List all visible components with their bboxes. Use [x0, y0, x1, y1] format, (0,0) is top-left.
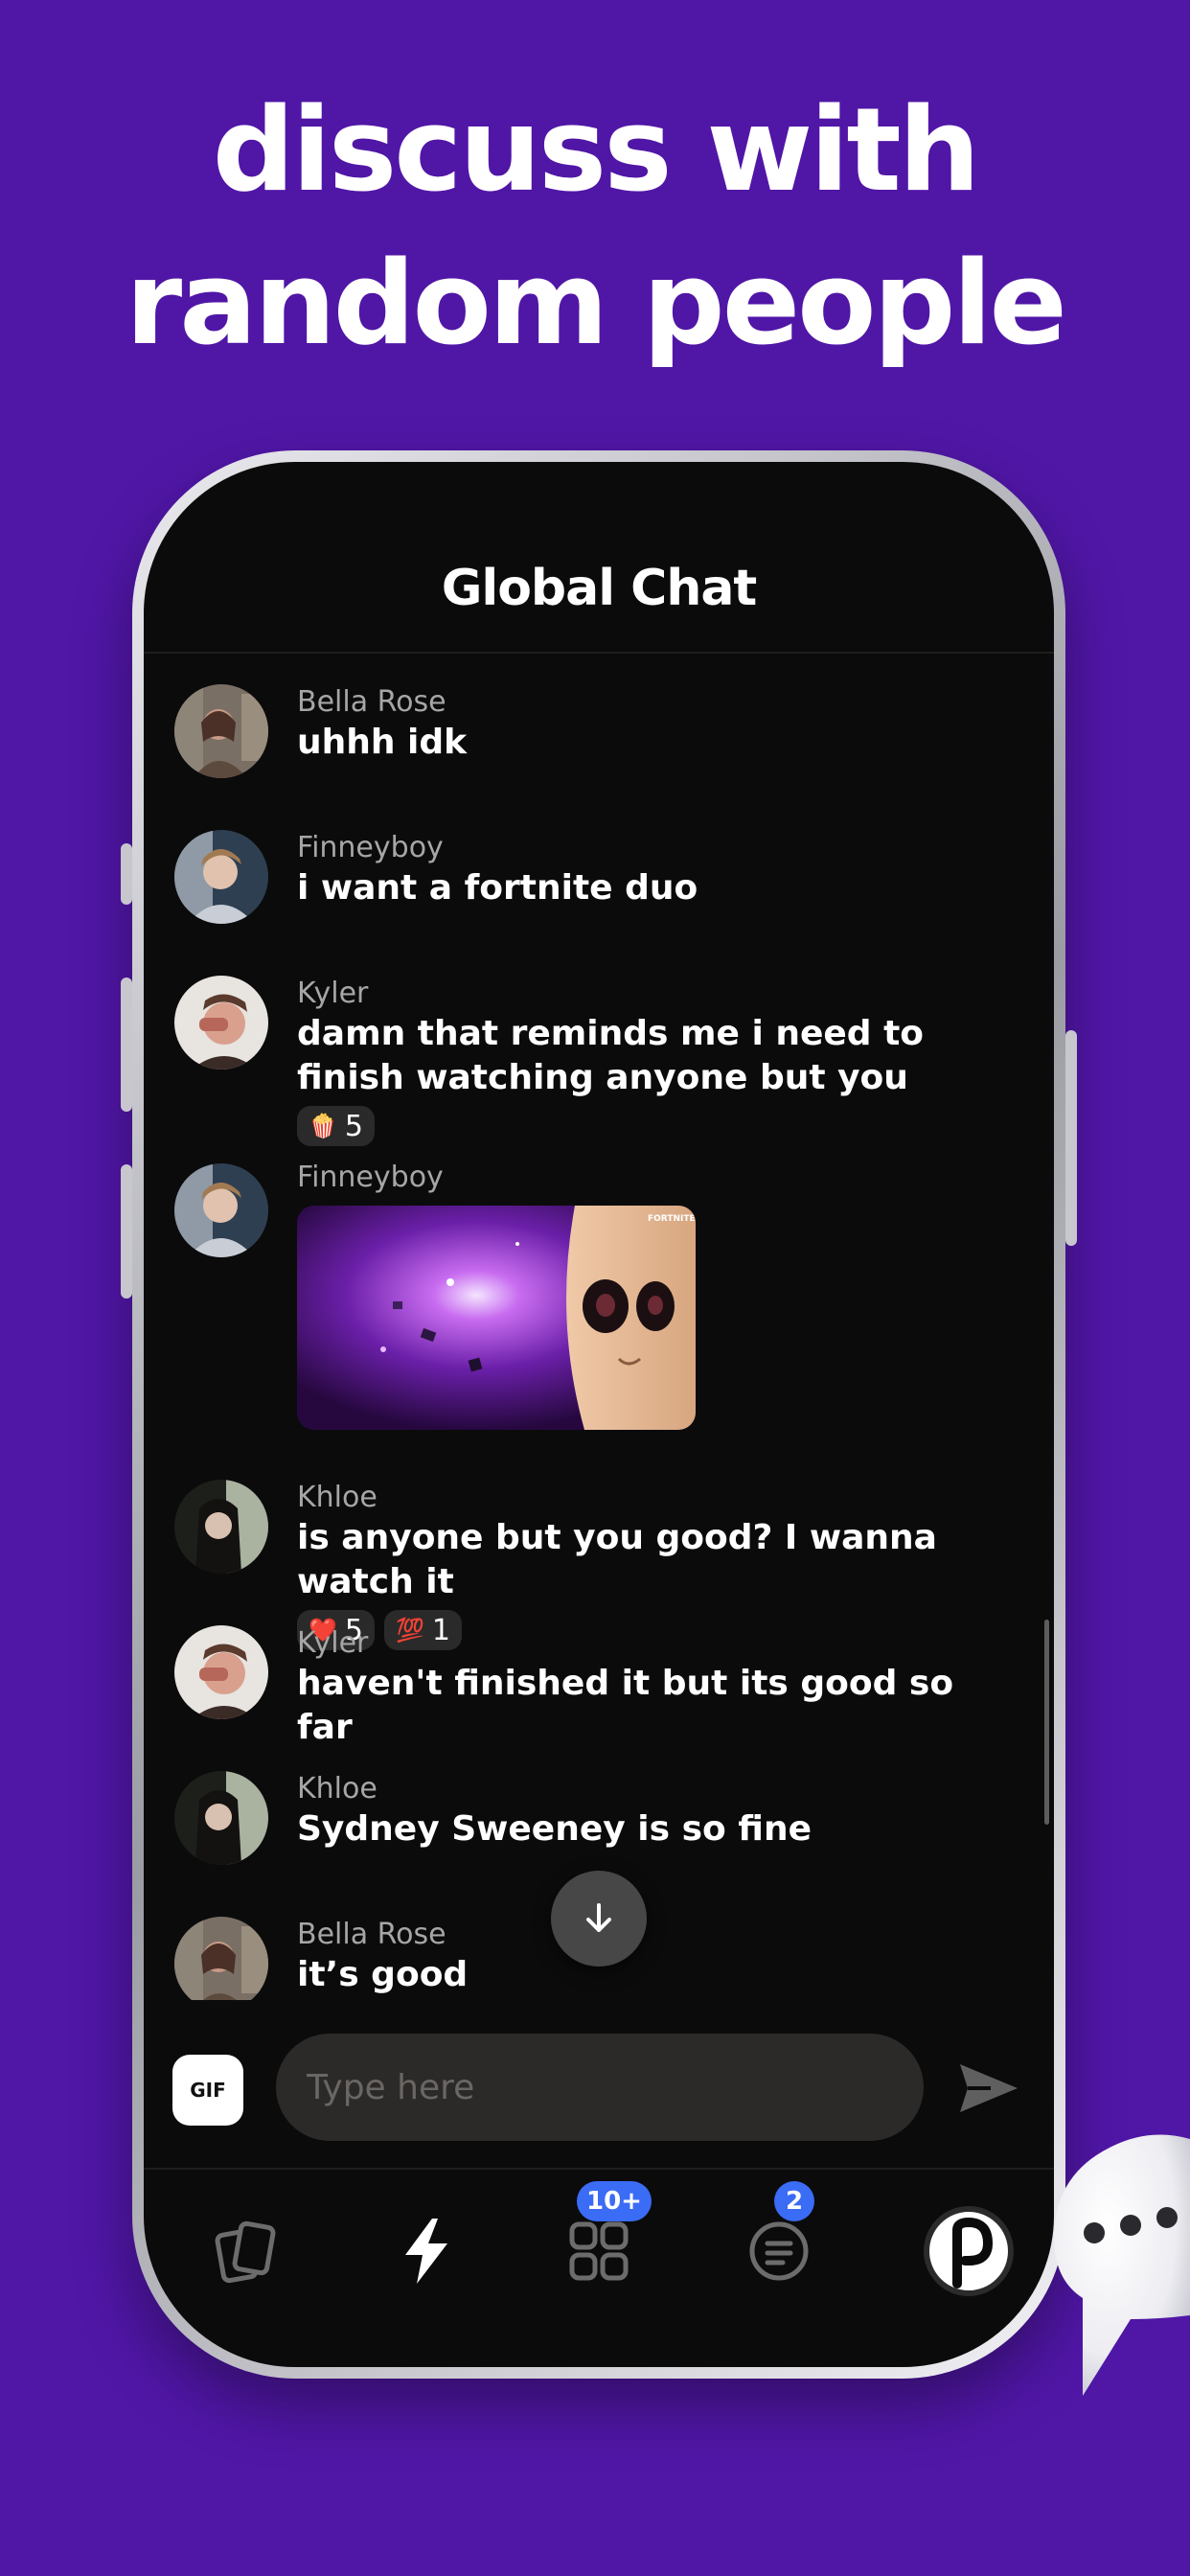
avatar[interactable]: [174, 976, 268, 1070]
message-author[interactable]: Bella Rose: [297, 684, 1016, 721]
headline-line-2: random people: [126, 238, 1067, 371]
scroll-to-bottom-button[interactable]: [551, 1871, 647, 1966]
message-text: is anyone but you good? I wanna watch it: [297, 1518, 937, 1601]
reactions: 🍿 5: [297, 1106, 1016, 1146]
message-text: damn that reminds me i need to finish wa…: [297, 1014, 925, 1097]
tab-cards[interactable]: [194, 2198, 299, 2304]
avatar[interactable]: [174, 1480, 268, 1574]
phone-power-button: [1065, 1030, 1077, 1246]
message-author[interactable]: Bella Rose: [297, 1917, 1016, 1953]
gif-button[interactable]: GIF: [172, 2055, 243, 2126]
message-author[interactable]: Finneyboy: [297, 830, 1016, 866]
phone-volume-down: [121, 1164, 132, 1299]
arrow-down-icon: [586, 1903, 611, 1932]
headline: discuss with random people: [0, 75, 1190, 381]
popcorn-icon: 🍿: [309, 1113, 337, 1139]
avatar[interactable]: [174, 1917, 268, 2000]
message-text: haven't finished it but its good so far: [297, 1664, 954, 1747]
reaction-count: 5: [344, 1109, 363, 1143]
avatar-kyler-image: [174, 976, 268, 1070]
app-screen: Global Chat Bella Rose uhhh idk Finneybo…: [144, 462, 1054, 2367]
gif-watermark: FORTNITE: [648, 1214, 696, 1224]
send-icon: [960, 2064, 1018, 2112]
message-author[interactable]: Khloe: [297, 1480, 1016, 1516]
message-text: Sydney Sweeney is so fine: [297, 1809, 812, 1849]
message-author[interactable]: Kyler: [297, 976, 1016, 1012]
avatar-bella-image: [174, 684, 268, 778]
speech-bubble-decoration: [1044, 2128, 1190, 2405]
avatar[interactable]: [174, 1625, 268, 1719]
headline-line-1: discuss with: [212, 84, 980, 218]
message-text: uhhh idk: [297, 723, 468, 762]
message-item: Khloe Sydney Sweeney is so fine: [144, 1771, 1054, 1886]
message-item: Bella Rose uhhh idk: [144, 684, 1054, 799]
message-text: i want a fortnite duo: [297, 868, 698, 908]
message-text: it’s good: [297, 1955, 469, 1994]
avatar[interactable]: [174, 1771, 268, 1865]
send-button[interactable]: [958, 2062, 1019, 2114]
avatar-bella-image: [174, 1917, 268, 2000]
message-composer: GIF: [144, 2034, 1054, 2168]
messages-icon: [749, 2221, 809, 2281]
message-item: Finneyboy FORTNITE: [144, 1160, 1054, 1451]
message-author[interactable]: Kyler: [297, 1625, 1016, 1662]
scrollbar[interactable]: [1044, 1620, 1049, 1825]
rooms-badge: 10+: [577, 2181, 652, 2221]
avatar-khloe-image: [174, 1771, 268, 1865]
grid-icon: [569, 2221, 629, 2281]
message-item: Finneyboy i want a fortnite duo: [144, 830, 1054, 945]
avatar[interactable]: [174, 1163, 268, 1257]
chat-title: Global Chat: [441, 560, 758, 617]
message-list[interactable]: Bella Rose uhhh idk Finneyboy i want a f…: [144, 654, 1054, 2000]
reaction-chip[interactable]: 🍿 5: [297, 1106, 375, 1146]
avatar-kyler-image: [174, 1625, 268, 1719]
avatar-finneyboy-image: [174, 1163, 268, 1257]
avatar-finneyboy-image: [174, 830, 268, 924]
cards-icon: [215, 2220, 276, 2284]
message-item: Khloe is anyone but you good? I wanna wa…: [144, 1480, 1054, 1650]
phone-silent-switch: [121, 843, 132, 905]
message-author[interactable]: Finneyboy: [297, 1160, 1016, 1196]
gif-image: FORTNITE: [297, 1206, 696, 1430]
message-author[interactable]: Khloe: [297, 1771, 1016, 1807]
tab-bar: 10+ 2: [144, 2170, 1054, 2367]
messages-badge: 2: [774, 2181, 814, 2221]
message-item: Kyler damn that reminds me i need to fin…: [144, 976, 1054, 1167]
avatar[interactable]: [174, 684, 268, 778]
tab-profile[interactable]: [916, 2198, 1021, 2304]
avatar[interactable]: [174, 830, 268, 924]
tab-global-chat[interactable]: [374, 2198, 479, 2304]
speech-bubble-icon: [1053, 2134, 1190, 2396]
profile-avatar-icon: [924, 2206, 1014, 2296]
phone-volume-up: [121, 978, 132, 1112]
avatar-khloe-image: [174, 1480, 268, 1574]
lightning-icon: [405, 2219, 447, 2284]
message-input[interactable]: [276, 2034, 924, 2141]
gif-attachment[interactable]: FORTNITE: [297, 1206, 696, 1430]
message-item: Kyler haven't finished it but its good s…: [144, 1625, 1054, 1747]
